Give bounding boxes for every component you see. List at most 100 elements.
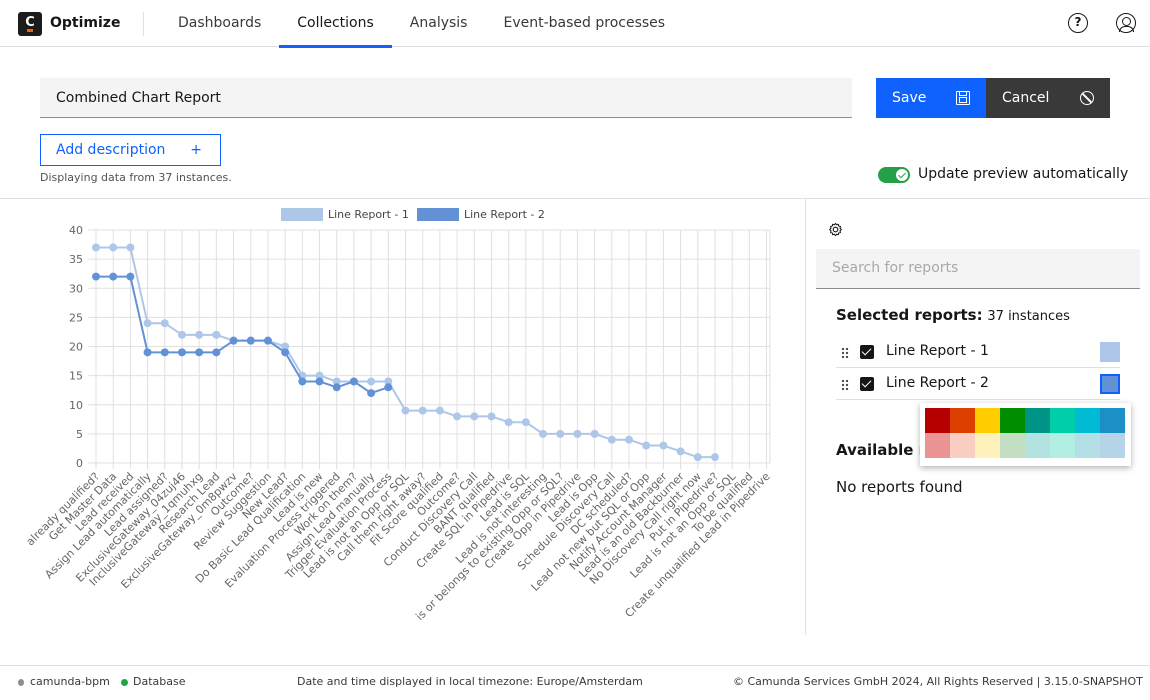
report-color-swatch[interactable] [1100, 374, 1120, 394]
database-status-icon [121, 679, 128, 686]
data-point [195, 330, 204, 339]
data-point [281, 348, 290, 357]
data-point [263, 336, 272, 345]
data-point [298, 377, 307, 386]
report-label: Line Report - 1 [886, 343, 989, 359]
report-checkbox[interactable] [860, 345, 874, 359]
selected-report-row: Line Report - 1 [836, 336, 1120, 368]
data-point [573, 429, 582, 438]
report-color-swatch[interactable] [1100, 342, 1120, 362]
color-option[interactable] [1025, 408, 1050, 433]
user-icon[interactable] [1116, 13, 1136, 33]
toggle-check-icon [896, 169, 908, 181]
gear-icon[interactable] [828, 222, 843, 237]
cancel-button-label: Cancel [1002, 90, 1050, 106]
data-point [212, 348, 221, 357]
nav-tab-collections[interactable]: Collections [279, 0, 392, 48]
cancel-icon [1080, 91, 1094, 105]
y-tick-label: 15 [69, 370, 83, 383]
drag-handle-icon[interactable] [841, 379, 849, 391]
y-tick-label: 35 [69, 253, 83, 266]
color-option[interactable] [1100, 408, 1125, 433]
color-option[interactable] [975, 408, 1000, 433]
y-tick-label: 40 [69, 224, 83, 237]
data-point [659, 441, 668, 450]
data-point [418, 406, 427, 415]
color-option[interactable] [950, 433, 975, 458]
data-point [143, 348, 152, 357]
line-chart: Line Report - 1 Line Report - 2 0 5 10 15 20 2… [24, 208, 773, 623]
data-point [212, 330, 221, 339]
help-icon[interactable]: ? [1068, 13, 1088, 33]
data-point [384, 383, 393, 392]
color-option[interactable] [925, 408, 950, 433]
y-tick-label: 25 [69, 311, 83, 324]
add-description-button[interactable]: Add description + [40, 134, 221, 166]
color-option[interactable] [975, 433, 1000, 458]
data-point [487, 412, 496, 421]
panel-divider [805, 199, 806, 635]
data-point [556, 429, 565, 438]
y-axis-ticks: 0 5 10 15 20 25 30 35 40 [69, 224, 83, 470]
timezone-note: Date and time displayed in local timezon… [297, 675, 643, 688]
color-option[interactable] [950, 408, 975, 433]
legend-label: Line Report - 2 [464, 208, 545, 221]
selected-reports-title: Selected reports: [836, 306, 983, 324]
color-option[interactable] [1075, 408, 1100, 433]
report-checkbox[interactable] [860, 377, 874, 391]
main-nav: Dashboards Collections Analysis Event-ba… [160, 0, 683, 48]
plus-icon: + [190, 142, 202, 158]
data-point [195, 348, 204, 357]
y-tick-label: 5 [76, 428, 83, 441]
report-name-input[interactable]: Combined Chart Report [40, 78, 852, 118]
instances-note: Displaying data from 37 instances. [40, 171, 232, 184]
nav-tab-analysis[interactable]: Analysis [392, 0, 486, 47]
footer: camunda-bpm Database Date and time displ… [0, 665, 1150, 700]
data-point [453, 412, 462, 421]
auto-update-toggle[interactable] [878, 167, 910, 183]
data-point [539, 429, 548, 438]
data-point [676, 447, 685, 456]
color-option[interactable] [1025, 433, 1050, 458]
chart-legend: Line Report - 1 Line Report - 2 [281, 208, 545, 221]
cancel-button[interactable]: Cancel [986, 78, 1110, 118]
data-point [470, 412, 479, 421]
engine-name: camunda-bpm [30, 675, 110, 688]
drag-handle-icon[interactable] [841, 347, 849, 359]
data-point [625, 435, 634, 444]
brand-divider [143, 12, 144, 36]
data-point [109, 272, 118, 281]
database-status: Database [133, 675, 186, 688]
save-button[interactable]: Save [876, 78, 986, 118]
color-option[interactable] [1000, 408, 1025, 433]
data-point [143, 319, 152, 328]
color-option[interactable] [1100, 433, 1125, 458]
color-option[interactable] [1050, 433, 1075, 458]
camunda-logo-icon[interactable]: C [18, 12, 42, 36]
color-option[interactable] [1050, 408, 1075, 433]
legend-swatch [417, 208, 459, 221]
color-option[interactable] [1075, 433, 1100, 458]
x-axis-ticks: already qualified?Get Master DataLead re… [24, 469, 773, 623]
chart-grid [88, 229, 771, 469]
color-option[interactable] [925, 433, 950, 458]
y-tick-label: 20 [69, 341, 83, 354]
nav-tab-event-based-processes[interactable]: Event-based processes [485, 0, 683, 47]
data-point [160, 348, 169, 357]
data-point [521, 418, 530, 427]
data-point [590, 429, 599, 438]
data-point [504, 418, 513, 427]
data-point [642, 441, 651, 450]
data-point [177, 330, 186, 339]
engine-status-icon [18, 679, 24, 686]
selected-reports-count: 37 instances [987, 309, 1070, 324]
nav-tab-dashboards[interactable]: Dashboards [160, 0, 279, 47]
app-name[interactable]: Optimize [50, 15, 120, 31]
color-option[interactable] [1000, 433, 1025, 458]
data-point [126, 272, 135, 281]
no-reports-message: No reports found [836, 478, 963, 496]
data-point [710, 453, 719, 462]
report-search-input[interactable]: Search for reports [816, 249, 1140, 289]
data-point [92, 243, 100, 252]
color-picker-popover [920, 403, 1131, 466]
